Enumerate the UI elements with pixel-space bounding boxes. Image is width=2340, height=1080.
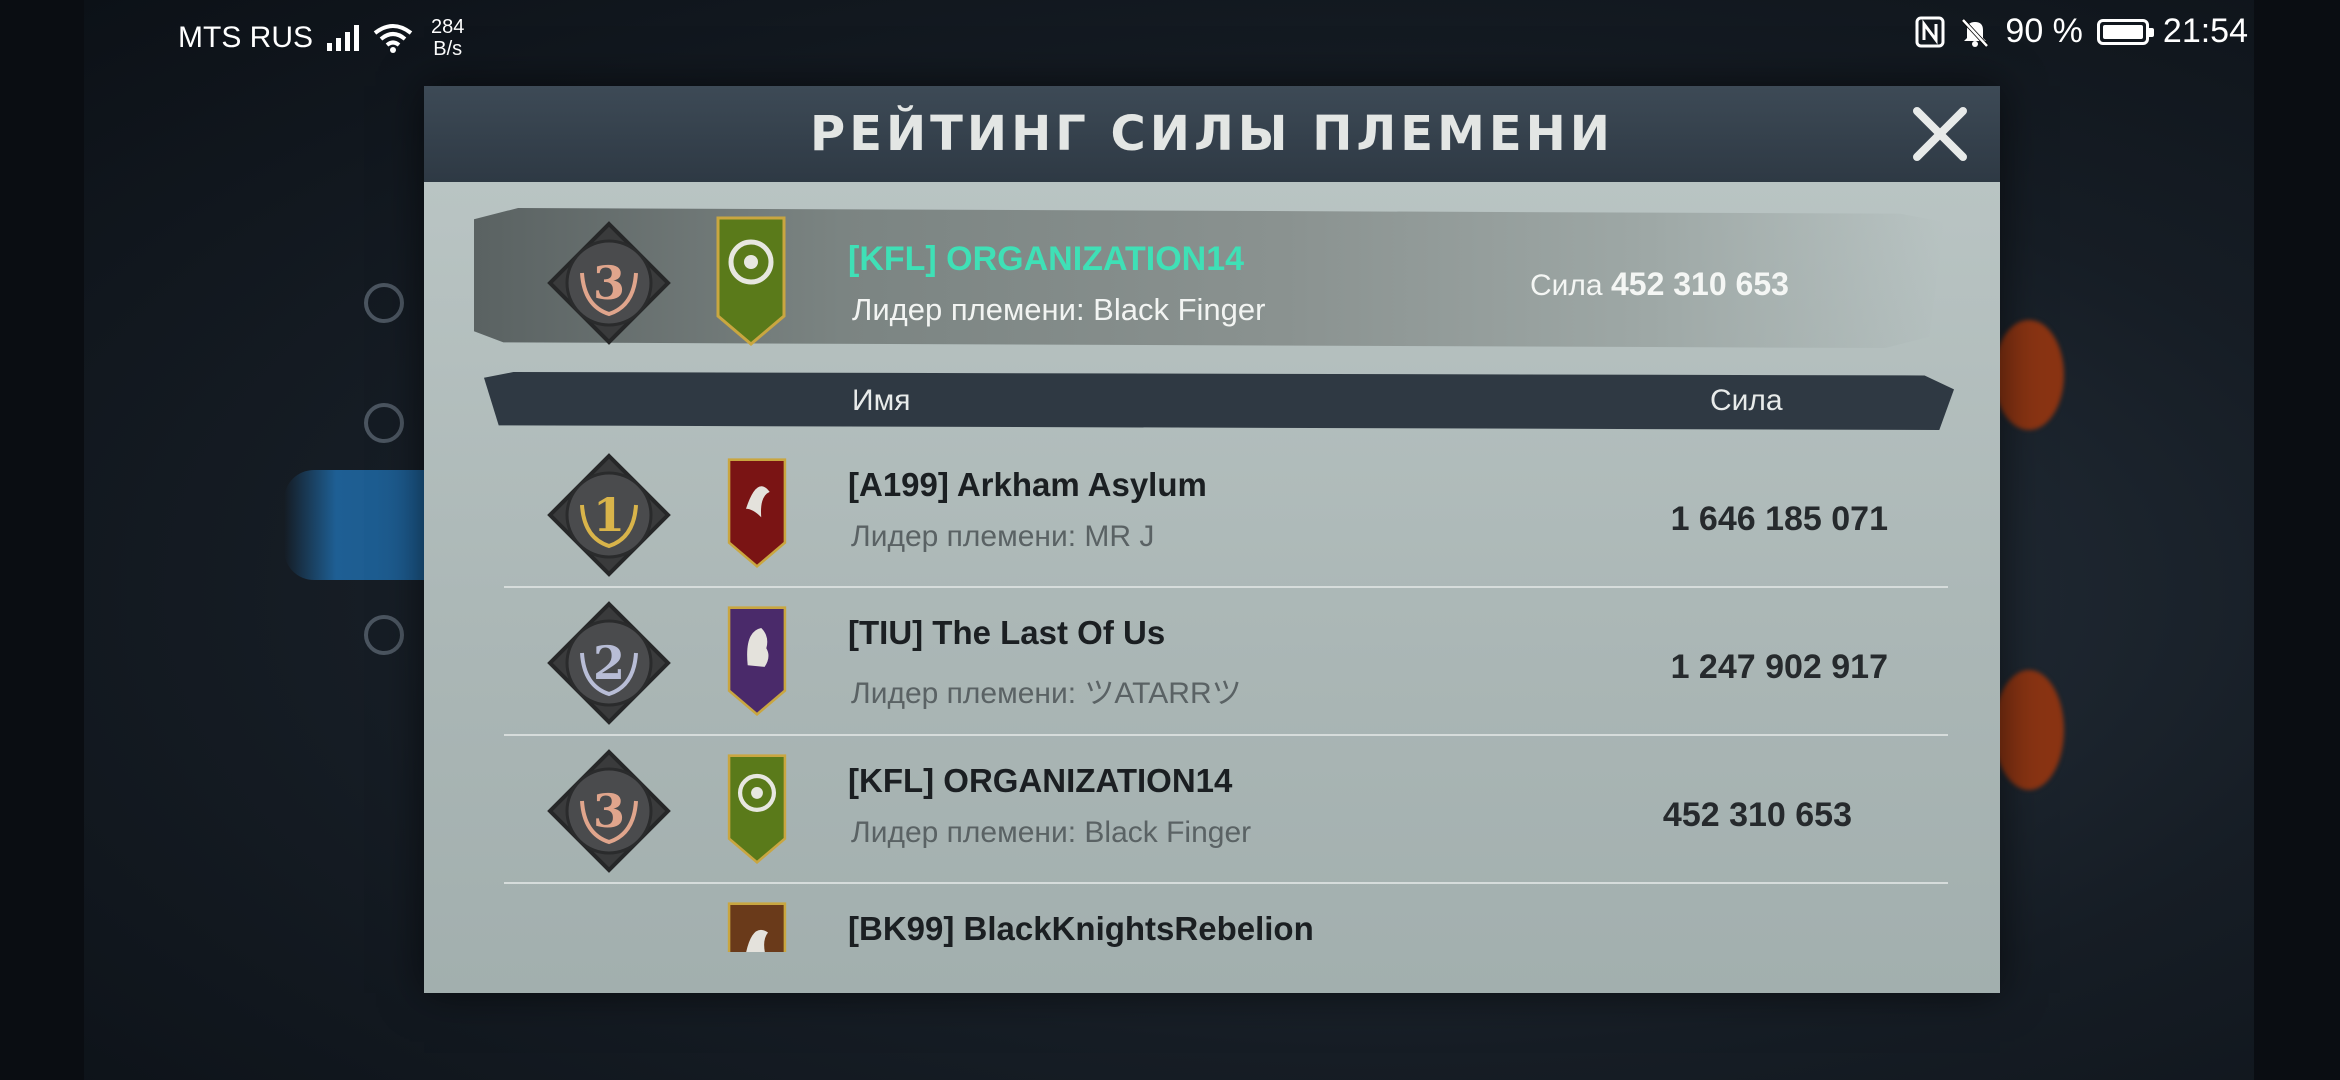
column-power-header: Сила (1710, 384, 1783, 417)
status-bar: MTS RUS 284 B/s 90 % 21:54 (0, 0, 2340, 68)
tribe-name: [BK99] BlackKnightsRebelion (848, 910, 1314, 947)
my-tribe-rank: 3 (592, 256, 625, 310)
dialog-header: РЕЙТИНГ СИЛЫ ПЛЕМЕНИ (424, 86, 2000, 182)
tribe-name: [TIU] The Last Of Us (848, 614, 1166, 651)
network-speed-unit: B/s (433, 38, 463, 60)
my-tribe-leader: Лидер племени: Black Finger (852, 292, 1266, 327)
wifi-icon (373, 24, 413, 53)
network-speed: 284 B/s (431, 16, 464, 60)
my-tribe-power-value: 452 310 653 (1610, 266, 1789, 302)
tribe-power: 1 247 902 917 (1670, 648, 1888, 686)
tribe-flag (722, 754, 792, 864)
my-tribe-power: Сила 452 310 653 (1530, 266, 1789, 303)
my-tribe-flag (716, 216, 786, 346)
tribe-flag-icon (727, 902, 787, 952)
signal-icon (327, 25, 359, 51)
tribe-name: [KFL] ORGANIZATION14 (848, 762, 1233, 799)
ranking-row[interactable]: 2 [TIU] The Last Of Us Лидер племени: ツA… (504, 588, 1948, 736)
background-decoration (1994, 320, 2064, 430)
tribe-flag-icon (716, 216, 786, 346)
nfc-icon (1915, 16, 1945, 47)
my-tribe-rank-medal: 3 (544, 218, 674, 348)
rank-medal: 1 (544, 450, 674, 580)
mute-bell-icon (1961, 18, 1989, 47)
close-button[interactable] (1906, 100, 1974, 168)
tribe-leader: Лидер племени: MR J (851, 520, 1155, 553)
column-name-header: Имя (852, 384, 911, 417)
clock: 21:54 (2162, 12, 2248, 50)
rank-medal: 2 (544, 598, 674, 728)
battery-percent: 90 % (2005, 12, 2083, 50)
close-icon (1913, 107, 1967, 161)
tribe-flag (722, 606, 792, 716)
tribe-flag-icon (727, 606, 787, 716)
carrier-label: MTS RUS (178, 21, 313, 54)
tribe-flag-icon (727, 458, 787, 568)
tribe-flag-icon (727, 754, 787, 864)
tribe-name: [A199] Arkham Asylum (848, 466, 1207, 503)
rank-number: 3 (592, 784, 625, 838)
tribe-leader: Лидер племени: ツATARRツ (851, 677, 1242, 710)
tribe-power: 452 310 653 (1662, 796, 1852, 834)
tribe-power: 1 646 185 071 (1670, 500, 1888, 538)
rank-medal: 3 (544, 746, 674, 876)
ranking-row[interactable]: 3 [KFL] ORGANIZATION14 Лидер племени: Bl… (504, 736, 1948, 884)
tribe-flag (722, 458, 792, 568)
battery-icon (2096, 18, 2154, 45)
info-icon (364, 283, 404, 323)
power-icon (364, 615, 404, 655)
ranking-row[interactable]: 1 [A199] Arkham Asylum Лидер племени: MR… (504, 440, 1948, 588)
background-decoration (1994, 670, 2064, 790)
my-tribe-name: [KFL] ORGANIZATION14 (848, 240, 1245, 278)
globe-icon (364, 403, 404, 443)
rank-number: 2 (592, 636, 625, 690)
my-tribe-power-label: Сила (1530, 269, 1603, 302)
network-speed-value: 284 (431, 16, 465, 38)
ranking-row[interactable]: [BK99] BlackKnightsRebelion (504, 884, 1948, 952)
rank-number: 1 (592, 488, 625, 542)
tribe-leader: Лидер племени: Black Finger (851, 816, 1252, 849)
dialog-title: РЕЙТИНГ СИЛЫ ПЛЕМЕНИ (810, 106, 1614, 162)
tribe-flag (722, 902, 792, 952)
